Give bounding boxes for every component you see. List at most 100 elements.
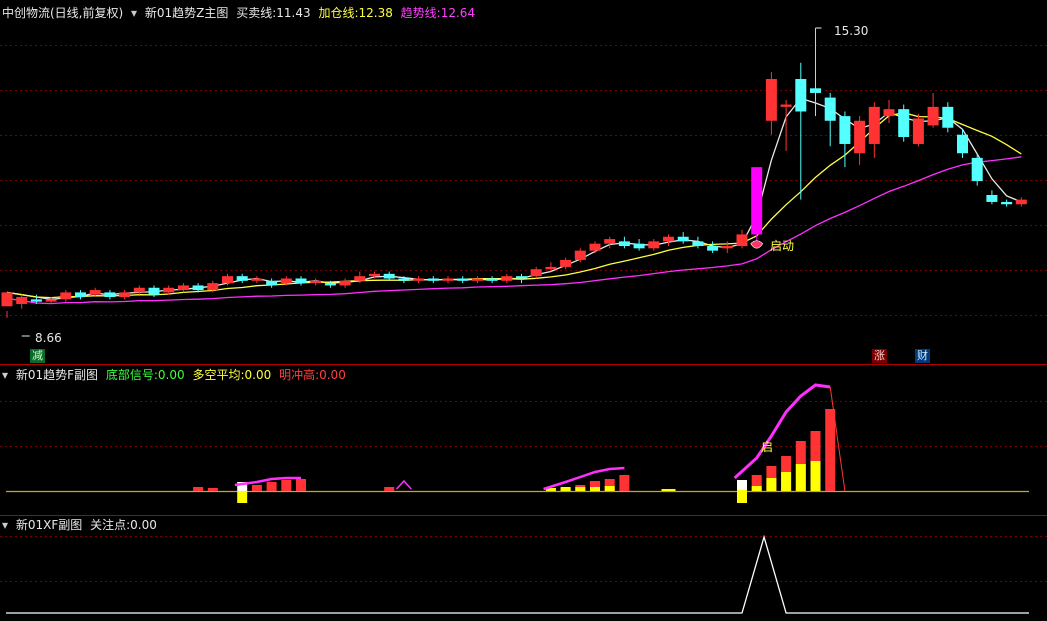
candle-body bbox=[765, 79, 777, 121]
sub-f-yellow-bar bbox=[751, 486, 762, 491]
candle-body bbox=[339, 280, 351, 286]
candle-body bbox=[501, 276, 513, 281]
candle-body bbox=[854, 120, 866, 154]
candle-body bbox=[471, 278, 483, 281]
sub-xf-item-1-label: 关注点: bbox=[90, 518, 131, 532]
sub-f-curve bbox=[395, 479, 412, 490]
low-price-label: 8.66 bbox=[35, 331, 62, 345]
candle-body bbox=[1001, 201, 1013, 205]
candle-body bbox=[839, 116, 851, 144]
high-price-label: 15.30 bbox=[834, 24, 869, 38]
candle-body bbox=[45, 299, 57, 302]
sub-f-bar bbox=[737, 480, 747, 491]
candle-body bbox=[148, 287, 160, 295]
sub-f-bar bbox=[207, 488, 218, 491]
candle-body bbox=[545, 266, 557, 270]
sub-f-bar bbox=[266, 482, 277, 491]
candle-body bbox=[677, 236, 689, 242]
candle-body bbox=[383, 273, 395, 279]
candle-body bbox=[574, 250, 586, 260]
candle-body bbox=[16, 297, 28, 304]
candle-body bbox=[633, 243, 645, 249]
candle-body bbox=[133, 287, 145, 293]
candle-body bbox=[927, 106, 939, 126]
candle-body bbox=[280, 278, 292, 284]
sub-f-bar bbox=[619, 475, 630, 491]
sub-f-bar bbox=[281, 480, 292, 491]
candle-body bbox=[663, 236, 674, 242]
candle-body bbox=[60, 292, 72, 300]
candle-body bbox=[560, 259, 572, 267]
sub-xf-indicator-name[interactable]: 新01XF副图 bbox=[16, 518, 82, 532]
sub-f-yellow-bar bbox=[237, 491, 248, 503]
reduce-marker: 减 bbox=[30, 349, 45, 363]
candle-body bbox=[266, 280, 278, 286]
candle-body bbox=[236, 276, 248, 281]
finance-marker: 财 bbox=[915, 349, 930, 363]
sub-panel-f-plot bbox=[6, 383, 1029, 503]
sub-f-yellow-bar bbox=[590, 487, 600, 491]
sub-f-yellow-bar bbox=[661, 489, 676, 491]
candle-body bbox=[795, 79, 807, 112]
candle-body bbox=[177, 285, 189, 291]
candle-body bbox=[692, 241, 704, 247]
candle-body bbox=[310, 280, 322, 284]
sub-f-yellow-bar bbox=[810, 461, 821, 491]
candle-body bbox=[1015, 199, 1027, 205]
candle-body bbox=[530, 269, 542, 277]
candle-body bbox=[721, 246, 733, 249]
candle-body bbox=[516, 276, 527, 279]
candle-body bbox=[604, 239, 616, 244]
sub-f-yellow-bar bbox=[766, 478, 777, 491]
candle-body bbox=[589, 243, 601, 251]
candle-body bbox=[942, 106, 954, 128]
sub-f-item-3-value: 0.00 bbox=[319, 368, 346, 382]
candle-body bbox=[957, 134, 968, 154]
sub-f-yellow-bar bbox=[604, 486, 615, 491]
sub-xf-item-1-value: 0.00 bbox=[130, 518, 157, 532]
candle-body bbox=[971, 157, 983, 182]
candle-body bbox=[442, 278, 454, 281]
candle-body bbox=[824, 97, 836, 121]
candle-body bbox=[75, 292, 86, 298]
candle-body bbox=[119, 292, 131, 298]
candle-body bbox=[324, 283, 336, 286]
sub-f-signal-char: 启 bbox=[761, 440, 774, 454]
candle-body bbox=[648, 241, 660, 249]
candle-body bbox=[751, 167, 763, 235]
start-signal-label: 启动 bbox=[770, 239, 795, 253]
candle-body bbox=[912, 118, 924, 144]
chevron-down-icon[interactable]: ▾ bbox=[2, 368, 8, 382]
trend-line bbox=[6, 156, 1022, 305]
candle-body bbox=[457, 278, 469, 281]
sub-f-bar bbox=[251, 485, 262, 491]
candle-body bbox=[736, 234, 748, 247]
sub-f-bar bbox=[384, 487, 395, 491]
attention-line bbox=[6, 534, 1029, 614]
candle-body bbox=[104, 292, 116, 298]
sub-f-item-3-label: 明冲高: bbox=[279, 368, 320, 382]
sub-f-item-2-value: 0.00 bbox=[244, 368, 272, 382]
sub-panel-f-header: ▾ 新01趋势F副图 底部信号:0.00 多空平均:0.00 明冲高:0.00 bbox=[2, 368, 350, 382]
sub-panel-xf-header: ▾ 新01XF副图 关注点:0.00 bbox=[2, 518, 161, 532]
grid-lines bbox=[0, 45, 1047, 582]
sub-f-bar bbox=[193, 487, 204, 491]
sub-f-item-2-label: 多空平均: bbox=[192, 368, 245, 382]
candle-body bbox=[192, 285, 204, 291]
chevron-down-icon[interactable]: ▾ bbox=[2, 518, 8, 532]
candle-body bbox=[369, 273, 380, 277]
candle-body bbox=[898, 109, 910, 138]
candle-body bbox=[354, 276, 366, 281]
rise-marker: 涨 bbox=[872, 349, 887, 363]
candle-body bbox=[163, 287, 175, 293]
candle-body bbox=[486, 278, 498, 281]
candle-body bbox=[780, 104, 792, 107]
candle-body bbox=[251, 278, 263, 281]
sub-f-indicator-name[interactable]: 新01趋势F副图 bbox=[16, 368, 98, 382]
sub-f-bar bbox=[296, 479, 306, 491]
sub-panel-xf-plot bbox=[6, 534, 1029, 614]
candle-body bbox=[883, 109, 895, 117]
candles bbox=[1, 28, 1027, 318]
candle-body bbox=[427, 278, 439, 281]
sub-f-item-1-value: 0.00 bbox=[157, 368, 185, 382]
